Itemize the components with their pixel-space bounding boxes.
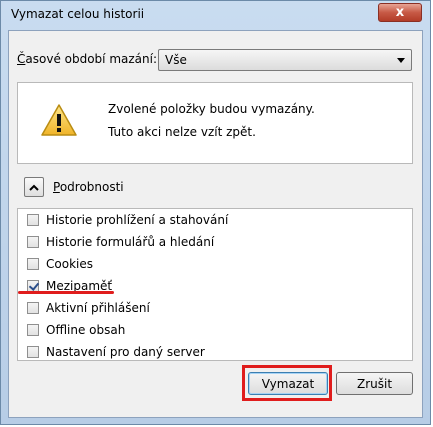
time-range-value: Vše — [165, 53, 187, 67]
warning-submessage: Tuto akci nelze vzít zpět. — [108, 125, 256, 139]
checkbox[interactable] — [27, 214, 39, 226]
warning-message: Zvolené položky budou vymazány. — [108, 102, 315, 116]
title-bar[interactable]: Vymazat celou historii x — [1, 1, 430, 29]
list-item-label: Historie prohlížení a stahování — [46, 213, 229, 227]
list-item-label: Nastavení pro daný server — [46, 345, 205, 359]
close-icon: x — [395, 5, 405, 20]
checkbox[interactable] — [27, 236, 39, 248]
list-item-cookies[interactable]: Cookies — [27, 255, 93, 273]
annotation-highlight-box — [242, 365, 332, 401]
details-label: Podrobnosti — [53, 180, 124, 194]
list-item-label: Offline obsah — [46, 323, 126, 337]
warning-triangle-icon — [41, 104, 77, 136]
close-button[interactable]: x — [378, 3, 422, 22]
checkbox[interactable] — [27, 324, 39, 336]
items-list: Historie prohlížení a stahování Historie… — [17, 208, 413, 361]
time-range-select[interactable]: Vše — [158, 49, 412, 71]
warning-panel: Zvolené položky budou vymazány. Tuto akc… — [17, 82, 413, 164]
list-item-offline-content[interactable]: Offline obsah — [27, 321, 125, 339]
cancel-button[interactable]: Zrušit — [336, 372, 413, 395]
details-toggle-button[interactable] — [24, 177, 44, 197]
list-item-site-settings[interactable]: Nastavení pro daný server — [27, 343, 205, 361]
checkbox[interactable] — [27, 346, 39, 358]
list-item-form-history[interactable]: Historie formulářů a hledání — [27, 233, 214, 251]
list-item-label: Historie formulářů a hledání — [46, 235, 215, 249]
window-title: Vymazat celou historii — [11, 7, 145, 21]
checkbox[interactable] — [27, 258, 39, 270]
checkbox[interactable] — [27, 302, 39, 314]
chevron-down-icon — [397, 58, 405, 63]
time-range-label: Časové období mazání: — [17, 52, 157, 66]
list-item-active-logins[interactable]: Aktivní přihlášení — [27, 299, 150, 317]
list-item-browsing-history[interactable]: Historie prohlížení a stahování — [27, 211, 228, 229]
chevron-up-icon — [29, 184, 39, 191]
list-item-label: Aktivní přihlášení — [46, 301, 150, 315]
list-item-label: Cookies — [46, 257, 93, 271]
annotation-underline — [18, 291, 114, 294]
